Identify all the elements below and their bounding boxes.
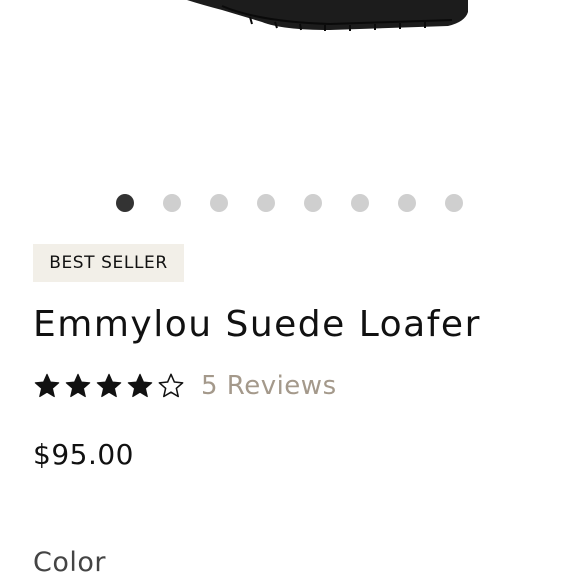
product-image[interactable] xyxy=(0,0,580,170)
product-title: Emmylou Suede Loafer xyxy=(33,304,481,345)
star-empty-icon xyxy=(158,373,184,398)
star-filled-icon xyxy=(34,373,60,398)
star-filled-icon xyxy=(65,373,91,398)
product-price: $95.00 xyxy=(33,438,134,471)
reviews-link[interactable]: 5 Reviews xyxy=(201,371,337,401)
carousel-dot-8[interactable] xyxy=(445,194,463,212)
carousel-dot-3[interactable] xyxy=(210,194,228,212)
carousel-dot-2[interactable] xyxy=(163,194,181,212)
rating-stars xyxy=(33,372,185,400)
color-label: Color xyxy=(33,547,106,578)
carousel-dot-1[interactable] xyxy=(116,194,134,212)
carousel-dot-7[interactable] xyxy=(398,194,416,212)
carousel-dot-6[interactable] xyxy=(351,194,369,212)
badge-label: BEST SELLER xyxy=(49,253,168,273)
carousel-dot-4[interactable] xyxy=(257,194,275,212)
product-rating: 5 Reviews xyxy=(33,368,337,404)
image-carousel-dots xyxy=(116,193,463,213)
loafer-sole-image xyxy=(187,0,468,31)
star-filled-icon xyxy=(127,373,153,398)
best-seller-badge: BEST SELLER xyxy=(33,244,184,282)
star-filled-icon xyxy=(96,373,122,398)
carousel-dot-5[interactable] xyxy=(304,194,322,212)
